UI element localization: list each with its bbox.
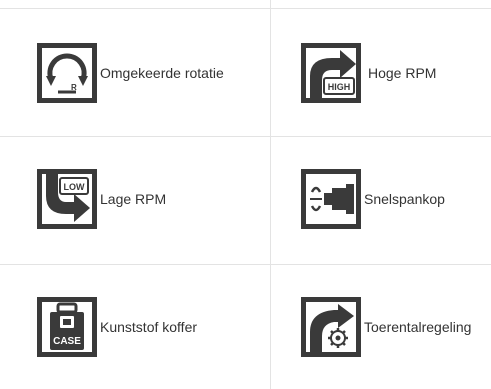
feature-cell-plastic-case: CASE Kunststof koffer	[36, 296, 197, 358]
svg-text:HIGH: HIGH	[328, 82, 351, 92]
feature-label: Kunststof koffer	[100, 319, 198, 335]
feature-label: Snelspankop	[364, 191, 445, 207]
svg-text:CASE: CASE	[53, 336, 81, 347]
feature-cell-high-rpm: HIGH Hoge RPM	[300, 42, 436, 104]
feature-label: Hoge RPM	[368, 65, 437, 81]
speed-control-icon	[300, 296, 362, 358]
plastic-case-icon: CASE	[36, 296, 98, 358]
feature-cell-quick-chuck: Snelspankop	[300, 168, 445, 230]
reverse-rotation-icon: R	[36, 42, 98, 104]
feature-label: Toerentalregeling	[364, 319, 472, 335]
low-rpm-icon: LOW	[36, 168, 98, 230]
feature-label: Lage RPM	[100, 191, 167, 207]
feature-cell-reverse-rotation: R Omgekeerde rotatie	[36, 42, 224, 104]
quick-chuck-icon	[300, 168, 362, 230]
row-divider	[0, 136, 491, 137]
row-divider	[0, 264, 491, 265]
svg-text:LOW: LOW	[64, 182, 85, 192]
column-divider	[270, 0, 271, 389]
row-divider	[0, 8, 491, 9]
feature-label: Omgekeerde rotatie	[100, 65, 224, 81]
feature-cell-low-rpm: LOW Lage RPM	[36, 168, 166, 230]
feature-cell-speed-control: Toerentalregeling	[300, 296, 471, 358]
feature-grid: R Omgekeerde rotatie HIGH Hoge RPM LOW L…	[0, 0, 491, 389]
high-rpm-icon: HIGH	[300, 42, 362, 104]
svg-text:R: R	[71, 83, 77, 92]
